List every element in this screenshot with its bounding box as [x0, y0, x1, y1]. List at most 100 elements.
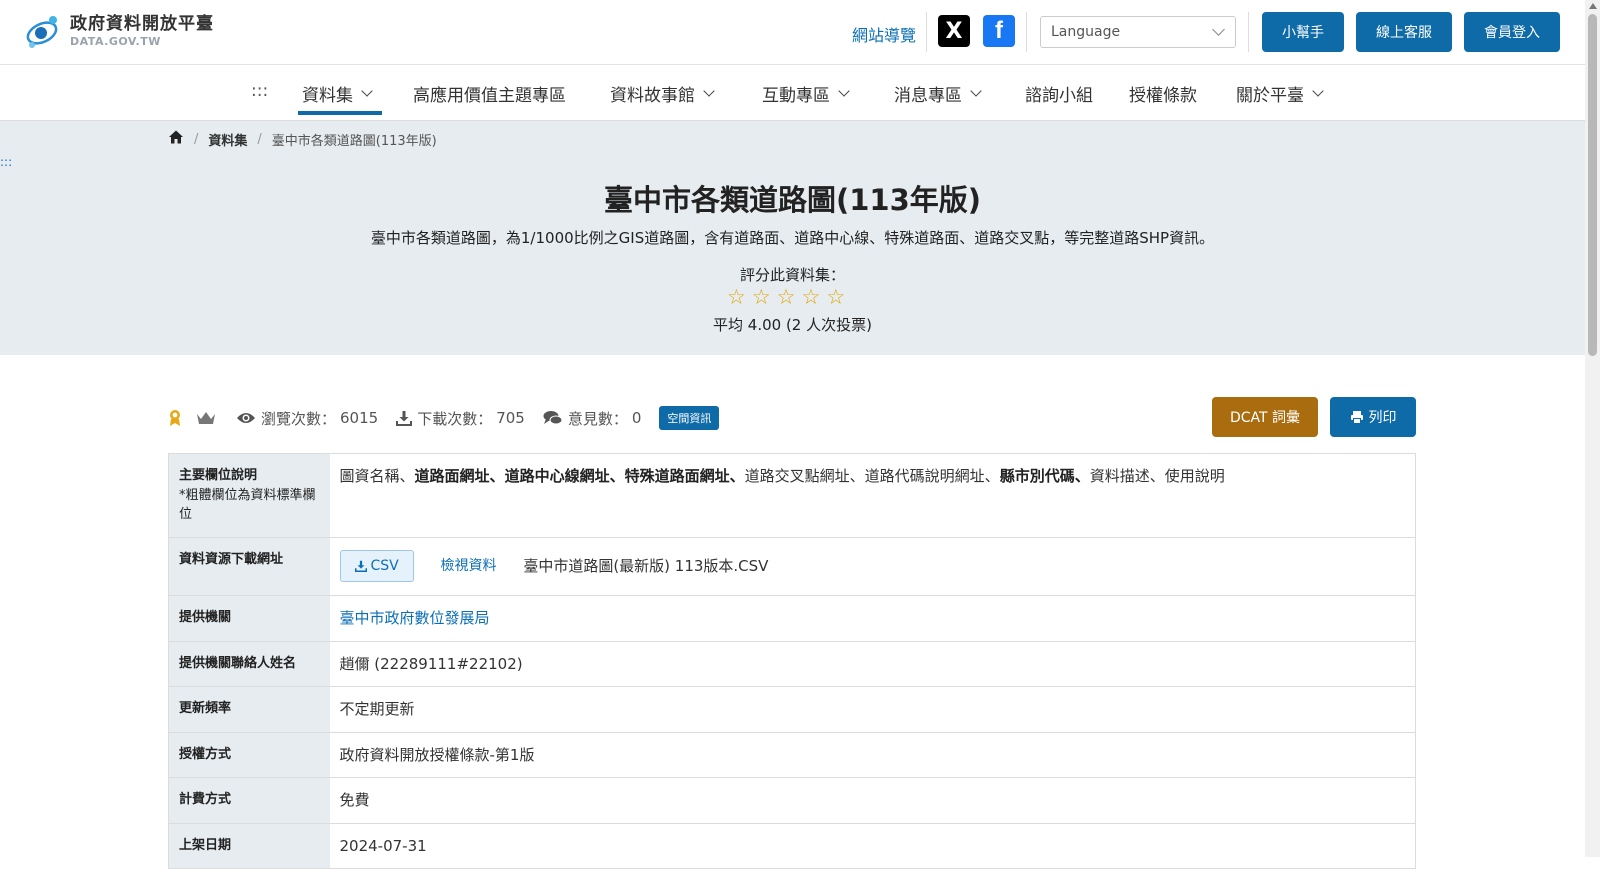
field-item: 道路交叉點網址	[744, 467, 850, 485]
rating-stars: ☆ ☆ ☆ ☆ ☆	[727, 287, 845, 308]
frequency-header: 更新頻率	[168, 686, 330, 732]
logo-subtitle: DATA.GOV.TW	[70, 34, 161, 48]
breadcrumb-separator: /	[194, 131, 199, 147]
star-icon[interactable]: ☆	[826, 287, 845, 308]
chevron-down-icon	[703, 85, 715, 97]
field-item: 使用說明	[1164, 467, 1225, 485]
publish-date-value: 2024-07-31	[339, 836, 427, 855]
star-icon[interactable]: ☆	[777, 287, 796, 308]
fields-header-note: *粗體欄位為資料標準欄位	[179, 487, 316, 523]
nav-item-license[interactable]: 授權條款	[1129, 81, 1197, 106]
star-icon[interactable]: ☆	[752, 287, 771, 308]
home-icon[interactable]	[168, 129, 184, 149]
fields-header: 主要欄位說明 *粗體欄位為資料標準欄位	[168, 453, 330, 538]
page-title: 臺中市各類道路圖(113年版)	[603, 183, 982, 217]
table-row: 上架日期 2024-07-31	[168, 823, 1416, 869]
download-icon	[396, 410, 413, 426]
print-button-label: 列印	[1368, 410, 1397, 426]
comment-count: 意見數： 0	[543, 408, 641, 429]
breadcrumb-datasets[interactable]: 資料集	[208, 130, 247, 149]
sitemap-link[interactable]: 網站導覽	[852, 22, 916, 46]
fee-value: 免費	[339, 791, 370, 809]
csv-download-label: CSV	[370, 557, 399, 574]
breadcrumb: / 資料集 / 臺中市各類道路圖(113年版)	[168, 129, 437, 149]
table-row: 更新頻率 不定期更新	[168, 686, 1416, 732]
print-button[interactable]: 列印	[1330, 397, 1416, 437]
contact-header: 提供機關聯絡人姓名	[168, 641, 330, 687]
logo-title: 政府資料開放平臺	[70, 13, 214, 34]
download-icon	[354, 560, 367, 572]
field-item: 縣市別代碼	[999, 467, 1075, 485]
frequency-value: 不定期更新	[339, 700, 415, 718]
download-count: 下載次數： 705	[396, 408, 525, 429]
breadcrumb-separator: /	[257, 131, 262, 147]
nav-accesskey[interactable]: :::	[251, 81, 268, 101]
table-row: 提供機關聯絡人姓名 趙儞 (22289111#22102)	[168, 641, 1416, 687]
resource-header: 資料資源下載網址	[168, 537, 330, 596]
site-logo[interactable]: 政府資料開放平臺 DATA.GOV.TW	[24, 12, 214, 50]
table-row: 資料資源下載網址 CSV 檢視資料 臺中市道路圖(最新版) 113版本.CSV	[168, 537, 1416, 596]
eye-icon	[236, 411, 256, 425]
view-data-link[interactable]: 檢視資料	[441, 558, 497, 574]
category-badge[interactable]: 空間資訊	[659, 406, 720, 430]
resource-name: 臺中市道路圖(最新版) 113版本.CSV	[523, 556, 769, 575]
view-count-value: 6015	[340, 409, 379, 427]
table-row: 主要欄位說明 *粗體欄位為資料標準欄位 圖資名稱、道路面網址、道路中心線網址、特…	[168, 453, 1416, 538]
nav-item-stories[interactable]: 資料故事館	[610, 81, 715, 106]
field-item: 圖資名稱	[339, 467, 400, 485]
view-count: 瀏覽次數： 6015	[236, 408, 378, 429]
scroll-up-icon[interactable]	[1589, 3, 1597, 9]
breadcrumb-current: 臺中市各類道路圖(113年版)	[271, 133, 437, 149]
main-nav: ::: 資料集 高應用價值主題專區 資料故事館 互動專區 消息專區 諮詢小組 授…	[0, 65, 1585, 121]
nav-item-news[interactable]: 消息專區	[894, 81, 982, 106]
nav-item-advisory[interactable]: 諮詢小組	[1025, 81, 1093, 106]
rating-average: 平均 4.00 (2 人次投票)	[713, 316, 872, 334]
field-item: 資料描述	[1089, 467, 1150, 485]
download-count-value: 705	[496, 409, 525, 427]
resource-value: CSV 檢視資料 臺中市道路圖(最新版) 113版本.CSV	[330, 538, 1416, 596]
nav-item-high-value[interactable]: 高應用價值主題專區	[413, 81, 566, 106]
download-count-label: 下載次數：	[417, 409, 493, 428]
content-accesskey[interactable]: :::	[0, 155, 12, 169]
fields-header-label: 主要欄位說明	[179, 468, 258, 483]
helper-button[interactable]: 小幫手	[1262, 12, 1344, 52]
nav-item-label: 互動專區	[762, 86, 830, 106]
nav-active-indicator	[298, 111, 382, 115]
csv-download-button[interactable]: CSV	[339, 550, 414, 582]
chevron-down-icon	[838, 85, 850, 97]
org-value: 臺中市政府數位發展局	[330, 596, 1416, 642]
org-link[interactable]: 臺中市政府數位發展局	[340, 609, 490, 627]
field-item: 道路中心線網址	[504, 467, 610, 485]
x-twitter-icon[interactable]: X	[938, 15, 970, 47]
language-select-value: Language	[1051, 24, 1121, 40]
nav-item-about[interactable]: 關於平臺	[1236, 81, 1324, 106]
logo-icon	[26, 16, 58, 48]
comment-count-label: 意見數：	[567, 409, 628, 428]
nav-item-label: 授權條款	[1129, 86, 1197, 106]
nav-item-label: 高應用價值主題專區	[413, 86, 566, 106]
chevron-down-icon	[1312, 85, 1324, 97]
view-count-label: 瀏覽次數：	[261, 409, 337, 428]
field-item: 道路面網址	[414, 467, 490, 485]
header-divider	[926, 12, 927, 52]
scrollbar-thumb[interactable]	[1588, 14, 1597, 356]
nav-item-datasets[interactable]: 資料集	[302, 81, 373, 106]
award-icon	[168, 409, 182, 427]
online-service-button[interactable]: 線上客服	[1356, 12, 1452, 52]
license-value: 政府資料開放授權條款-第1版	[339, 745, 535, 764]
dataset-stats: 瀏覽次數： 6015 下載次數： 705 意見數： 0 空間資訊	[168, 405, 720, 431]
fee-header: 計費方式	[168, 777, 330, 823]
nav-item-interactive[interactable]: 互動專區	[762, 81, 850, 106]
chevron-down-icon	[970, 85, 982, 97]
header-divider	[1248, 12, 1249, 52]
table-row: 計費方式 免費	[168, 777, 1416, 823]
facebook-icon[interactable]: f	[983, 15, 1015, 47]
license-header: 授權方式	[168, 732, 330, 778]
contact-value: 趙儞 (22289111#22102)	[339, 654, 523, 673]
member-login-button[interactable]: 會員登入	[1464, 12, 1560, 52]
star-icon[interactable]: ☆	[727, 287, 746, 308]
page-scrollbar[interactable]	[1585, 0, 1600, 857]
language-select[interactable]: Language	[1040, 16, 1236, 48]
dcat-button[interactable]: DCAT 詞彙	[1212, 397, 1318, 437]
star-icon[interactable]: ☆	[801, 287, 820, 308]
